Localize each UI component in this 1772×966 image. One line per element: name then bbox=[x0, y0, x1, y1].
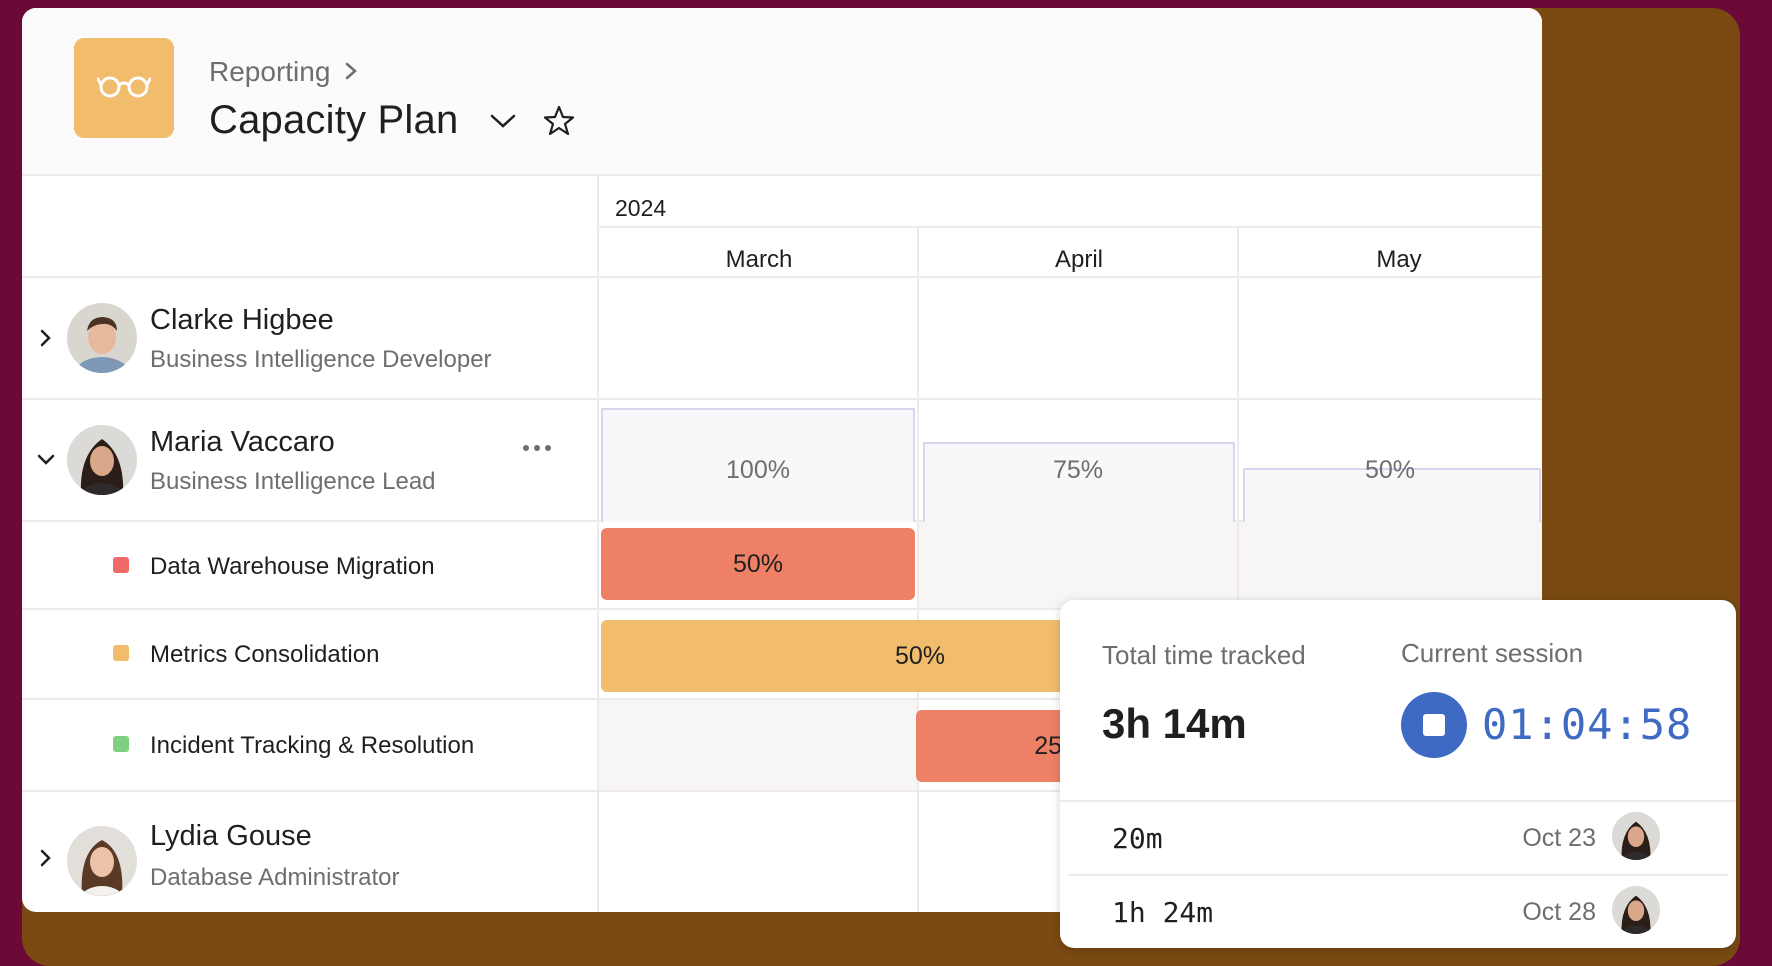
session-date: Oct 23 bbox=[1522, 824, 1596, 852]
avatar bbox=[67, 826, 137, 896]
divider bbox=[597, 226, 1542, 228]
project-color-dot bbox=[113, 736, 129, 752]
total-time-value: 3h 14m bbox=[1102, 700, 1247, 747]
current-session-label: Current session bbox=[1401, 638, 1584, 668]
project-name: Data Warehouse Migration bbox=[150, 553, 435, 580]
person-role: Business Intelligence Developer bbox=[150, 346, 492, 373]
project-row[interactable]: Data Warehouse Migration bbox=[22, 522, 597, 610]
person-role: Database Administrator bbox=[150, 864, 400, 891]
capacity-label-april: 75% bbox=[1052, 456, 1104, 484]
avatar bbox=[67, 303, 137, 373]
divider bbox=[22, 174, 1542, 176]
project-logo bbox=[74, 38, 174, 138]
person-name: Lydia Gouse bbox=[150, 820, 312, 852]
avatar bbox=[1612, 886, 1660, 934]
person-row-clarke[interactable]: Clarke Higbee Business Intelligence Deve… bbox=[22, 278, 597, 398]
empty-cell bbox=[919, 522, 1237, 608]
project-color-dot bbox=[113, 557, 129, 573]
session-entry[interactable]: 20m Oct 23 bbox=[1060, 802, 1736, 874]
empty-cell bbox=[599, 700, 917, 790]
time-tracker-card: Total time tracked Current session 3h 14… bbox=[1060, 600, 1736, 948]
person-row-lydia[interactable]: Lydia Gouse Database Administrator bbox=[22, 792, 597, 912]
breadcrumb-reporting[interactable]: Reporting bbox=[209, 56, 330, 88]
project-color-dot bbox=[113, 645, 129, 661]
chevron-right-icon[interactable] bbox=[34, 846, 58, 870]
session-timer: 01:04:58 bbox=[1482, 700, 1693, 749]
allocation-bar[interactable]: 25 bbox=[916, 710, 1076, 782]
chevron-right-icon[interactable] bbox=[34, 326, 58, 350]
allocation-bar[interactable]: 50% bbox=[601, 528, 915, 600]
more-options-icon[interactable] bbox=[522, 440, 552, 458]
capacity-label-march: 100% bbox=[726, 456, 790, 484]
project-row[interactable]: Metrics Consolidation bbox=[22, 610, 597, 698]
month-march: March bbox=[725, 246, 793, 273]
capacity-label-may: 50% bbox=[1364, 456, 1416, 484]
breadcrumb[interactable]: Reporting bbox=[209, 56, 358, 88]
month-april: April bbox=[1054, 246, 1103, 273]
session-date: Oct 28 bbox=[1522, 898, 1596, 926]
timeline-year: 2024 bbox=[615, 195, 667, 221]
month-may: May bbox=[1376, 246, 1422, 273]
stop-timer-button[interactable] bbox=[1401, 692, 1467, 758]
person-row-maria[interactable]: Maria Vaccaro Business Intelligence Lead bbox=[22, 400, 597, 520]
star-icon[interactable] bbox=[542, 104, 576, 138]
chevron-down-icon[interactable] bbox=[34, 448, 58, 472]
page-header: Reporting Capacity Plan bbox=[22, 8, 1542, 176]
project-name: Metrics Consolidation bbox=[150, 641, 380, 668]
session-duration: 1h 24m bbox=[1112, 896, 1214, 929]
project-name: Incident Tracking & Resolution bbox=[150, 732, 475, 759]
person-name: Clarke Higbee bbox=[150, 304, 334, 336]
page-title: Capacity Plan bbox=[209, 98, 459, 142]
person-name: Maria Vaccaro bbox=[150, 426, 335, 458]
divider bbox=[597, 174, 599, 912]
glasses-icon bbox=[96, 72, 152, 105]
chevron-right-icon bbox=[344, 56, 358, 88]
avatar bbox=[1612, 812, 1660, 860]
avatar bbox=[67, 425, 137, 495]
session-entry[interactable]: 1h 24m Oct 28 bbox=[1060, 876, 1736, 948]
empty-cell bbox=[1239, 522, 1542, 608]
total-time-label: Total time tracked bbox=[1102, 640, 1306, 670]
stop-icon bbox=[1423, 714, 1445, 736]
session-duration: 20m bbox=[1112, 822, 1163, 855]
person-role: Business Intelligence Lead bbox=[150, 468, 436, 495]
project-row[interactable]: Incident Tracking & Resolution bbox=[22, 700, 597, 788]
chevron-down-icon[interactable] bbox=[488, 111, 518, 131]
